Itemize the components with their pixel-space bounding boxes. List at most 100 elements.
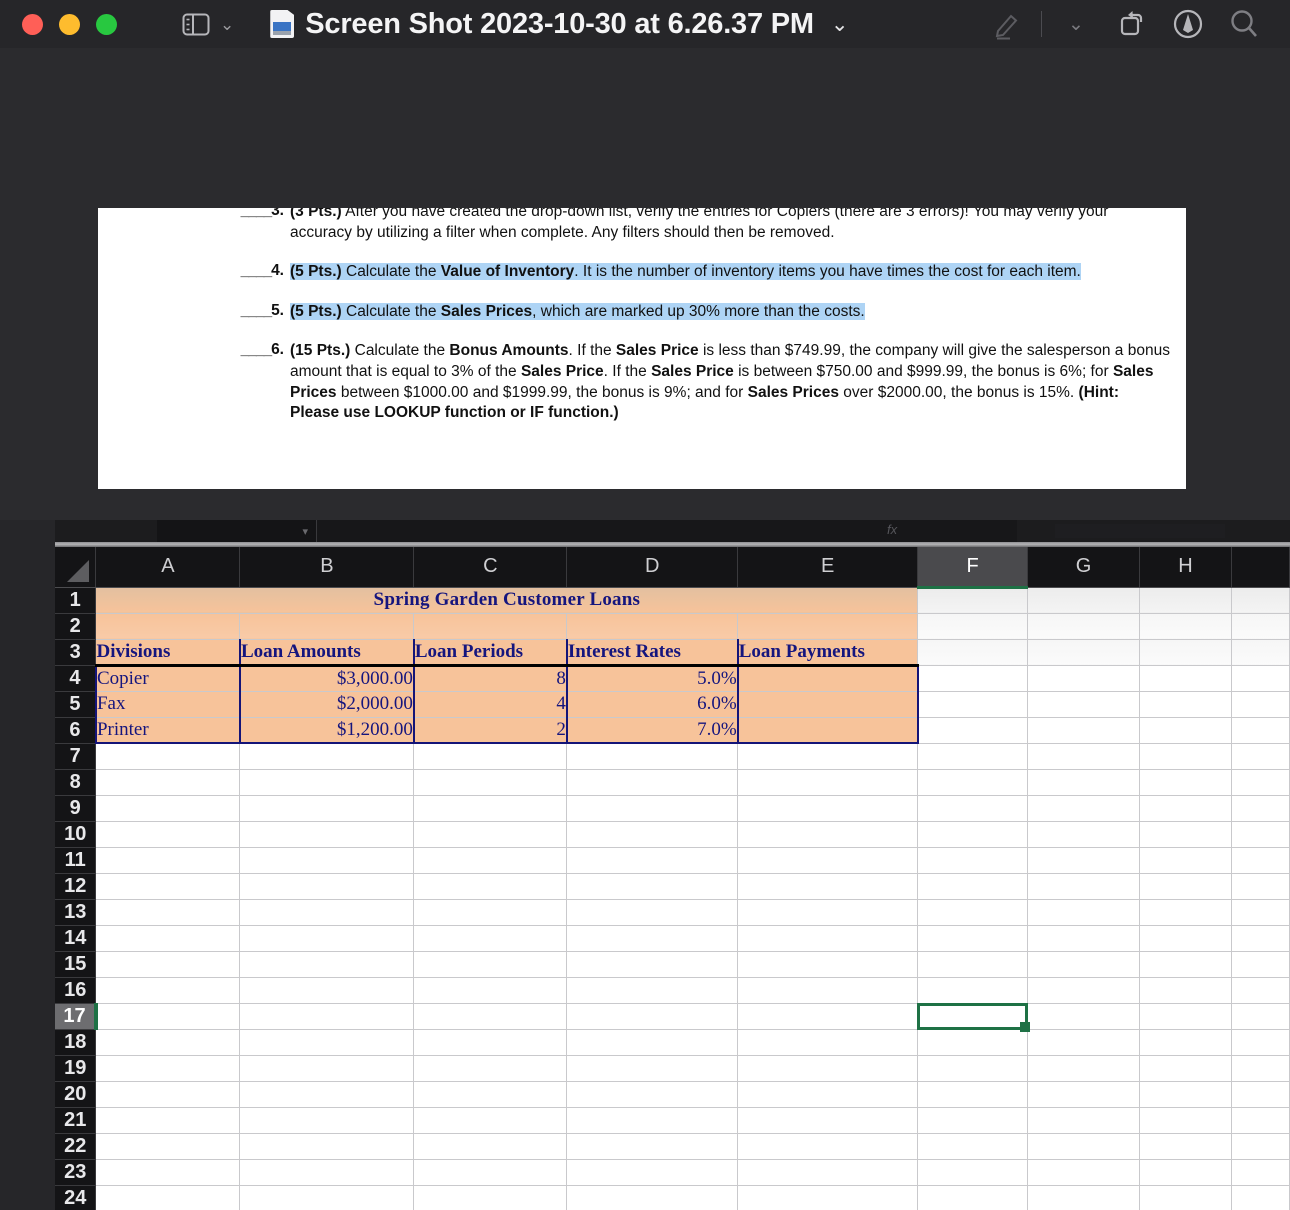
cell-F16[interactable] xyxy=(917,977,1029,1004)
cell-H5[interactable] xyxy=(1139,691,1232,718)
cell-A8[interactable] xyxy=(95,769,241,796)
cell-F11[interactable] xyxy=(917,847,1029,874)
cell-title-spring-garden-customer-loans[interactable]: Spring Garden Customer Loans xyxy=(95,587,919,614)
cell-F5[interactable] xyxy=(917,691,1029,718)
cell-I2[interactable] xyxy=(1231,613,1290,640)
cell-B14[interactable] xyxy=(239,925,415,952)
cell-B15[interactable] xyxy=(239,951,415,978)
cell-I20[interactable] xyxy=(1231,1081,1290,1108)
cell-C2[interactable] xyxy=(413,613,568,640)
cell-G16[interactable] xyxy=(1027,977,1141,1004)
cell-D17[interactable] xyxy=(566,1003,739,1030)
chevron-down-icon[interactable]: ⌄ xyxy=(1048,0,1104,48)
cell-H1[interactable] xyxy=(1139,587,1232,614)
cell-E10[interactable] xyxy=(737,821,919,848)
cell-A11[interactable] xyxy=(95,847,241,874)
cell-I4[interactable] xyxy=(1231,665,1290,692)
cell-C4[interactable]: 8 xyxy=(412,665,568,692)
cell-G8[interactable] xyxy=(1027,769,1141,796)
rotate-icon[interactable] xyxy=(1104,0,1160,48)
cell-G18[interactable] xyxy=(1027,1029,1141,1056)
cell-A4[interactable]: Copier xyxy=(94,665,241,692)
cell-H18[interactable] xyxy=(1139,1029,1232,1056)
cell-E15[interactable] xyxy=(737,951,919,978)
cell-E4[interactable] xyxy=(736,665,919,692)
cell-A9[interactable] xyxy=(95,795,241,822)
row-header-13[interactable]: 13 xyxy=(55,899,97,926)
cell-C19[interactable] xyxy=(413,1055,568,1082)
cell-A5[interactable]: Fax xyxy=(94,691,241,718)
cell-A23[interactable] xyxy=(95,1159,241,1186)
cell-H24[interactable] xyxy=(1139,1185,1232,1210)
cell-H10[interactable] xyxy=(1139,821,1232,848)
cell-G1[interactable] xyxy=(1027,587,1141,614)
cell-C21[interactable] xyxy=(413,1107,568,1134)
cell-F15[interactable] xyxy=(917,951,1029,978)
cell-B22[interactable] xyxy=(239,1133,415,1160)
name-box[interactable]: ▾ xyxy=(157,520,317,542)
cell-A22[interactable] xyxy=(95,1133,241,1160)
cell-E6[interactable] xyxy=(736,717,919,744)
cell-G19[interactable] xyxy=(1027,1055,1141,1082)
cell-D9[interactable] xyxy=(566,795,739,822)
cell-A2[interactable] xyxy=(95,613,241,640)
cell-F14[interactable] xyxy=(917,925,1029,952)
cell-E17[interactable] xyxy=(737,1003,919,1030)
cell-I12[interactable] xyxy=(1231,873,1290,900)
row-header-15[interactable]: 15 xyxy=(55,951,97,978)
title-chevron-down-icon[interactable]: ⌄ xyxy=(831,12,849,37)
cell-D16[interactable] xyxy=(566,977,739,1004)
cell-F24[interactable] xyxy=(917,1185,1029,1210)
cell-I14[interactable] xyxy=(1231,925,1290,952)
cell-I9[interactable] xyxy=(1231,795,1290,822)
cell-A18[interactable] xyxy=(95,1029,241,1056)
column-header-h[interactable]: H xyxy=(1139,547,1232,588)
cell-C9[interactable] xyxy=(413,795,568,822)
markup-pen-icon[interactable] xyxy=(979,0,1035,48)
cell-E19[interactable] xyxy=(737,1055,919,1082)
cell-B21[interactable] xyxy=(239,1107,415,1134)
cell-F8[interactable] xyxy=(917,769,1029,796)
cell-E11[interactable] xyxy=(737,847,919,874)
minimize-button[interactable] xyxy=(59,13,80,35)
cell-G4[interactable] xyxy=(1027,665,1141,692)
sidebar-toggle-icon[interactable] xyxy=(182,13,210,36)
cell-G22[interactable] xyxy=(1027,1133,1141,1160)
cell-H20[interactable] xyxy=(1139,1081,1232,1108)
cell-H19[interactable] xyxy=(1139,1055,1232,1082)
cell-B2[interactable] xyxy=(239,613,415,640)
cell-A12[interactable] xyxy=(95,873,241,900)
cell-H12[interactable] xyxy=(1139,873,1232,900)
cell-H17[interactable] xyxy=(1139,1003,1232,1030)
cell-I24[interactable] xyxy=(1231,1185,1290,1210)
name-box-chevron-icon[interactable]: ▾ xyxy=(302,525,308,538)
row-header-20[interactable]: 20 xyxy=(55,1081,97,1108)
row-header-22[interactable]: 22 xyxy=(55,1133,97,1160)
column-header-g[interactable]: G xyxy=(1027,547,1141,588)
cell-F18[interactable] xyxy=(917,1029,1029,1056)
cell-D18[interactable] xyxy=(566,1029,739,1056)
cell-C6[interactable]: 2 xyxy=(412,717,568,744)
row-header-1[interactable]: 1 xyxy=(55,587,97,614)
cell-F21[interactable] xyxy=(917,1107,1029,1134)
cell-G21[interactable] xyxy=(1027,1107,1141,1134)
cell-D4[interactable]: 5.0% xyxy=(565,665,739,692)
cell-I13[interactable] xyxy=(1231,899,1290,926)
cell-F19[interactable] xyxy=(917,1055,1029,1082)
cell-G11[interactable] xyxy=(1027,847,1141,874)
cell-I15[interactable] xyxy=(1231,951,1290,978)
cell-G12[interactable] xyxy=(1027,873,1141,900)
cell-C24[interactable] xyxy=(413,1185,568,1210)
table-header-loan-amounts[interactable]: Loan Amounts xyxy=(238,639,415,667)
cell-D11[interactable] xyxy=(566,847,739,874)
close-button[interactable] xyxy=(22,13,43,35)
cell-C11[interactable] xyxy=(413,847,568,874)
cell-B19[interactable] xyxy=(239,1055,415,1082)
cell-C15[interactable] xyxy=(413,951,568,978)
cell-A13[interactable] xyxy=(95,899,241,926)
cell-C16[interactable] xyxy=(413,977,568,1004)
window-title-group[interactable]: Screen Shot 2023-10-30 at 6.26.37 PM ⌄ xyxy=(270,8,849,41)
row-header-23[interactable]: 23 xyxy=(55,1159,97,1186)
search-icon[interactable] xyxy=(1216,0,1272,48)
cell-F10[interactable] xyxy=(917,821,1029,848)
